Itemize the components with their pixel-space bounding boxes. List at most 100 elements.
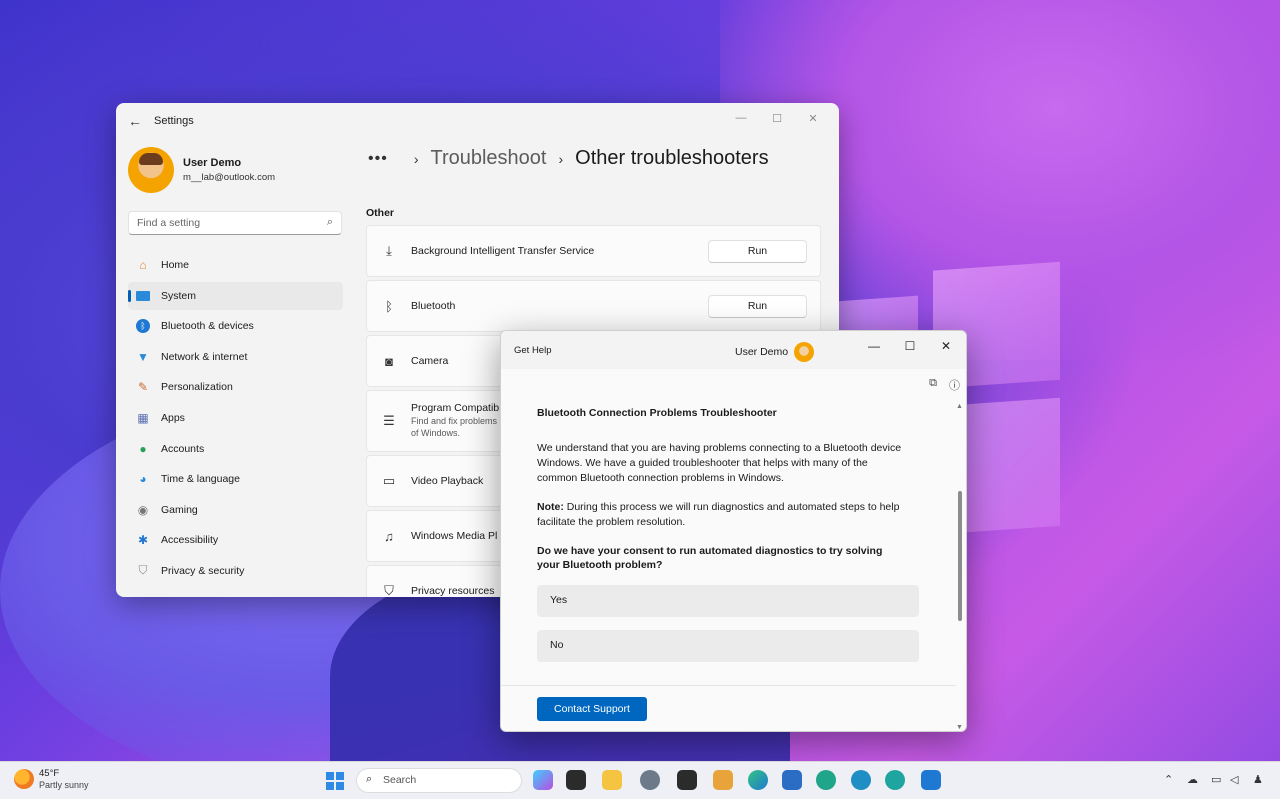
- terminal-icon[interactable]: [677, 770, 697, 790]
- weather-condition: Partly sunny: [39, 780, 89, 790]
- monitor-icon: [134, 287, 152, 305]
- minimize-button[interactable]: —: [723, 107, 759, 129]
- breadcrumb: ••• › Troubleshoot › Other troubleshoote…: [368, 147, 769, 170]
- get-help-footer: Contact Support: [501, 685, 956, 731]
- back-arrow-icon[interactable]: ←: [128, 113, 152, 129]
- settings-nav: ⌂ Home System ᛒ Bluetooth & devices ▼ Ne…: [128, 251, 343, 588]
- cloud-icon[interactable]: ☁: [1187, 773, 1198, 786]
- scrollbar-thumb[interactable]: [958, 491, 962, 621]
- chevron-right-icon: ›: [558, 150, 564, 167]
- run-bits-button[interactable]: Run: [708, 239, 807, 263]
- get-help-window-title: Get Help: [514, 344, 552, 356]
- sidebar-item-label: Privacy & security: [161, 564, 245, 577]
- sidebar-item-accessibility[interactable]: ✱ Accessibility: [128, 526, 343, 554]
- avatar: [794, 342, 815, 362]
- sidebar-item-label: Network & internet: [161, 350, 248, 363]
- consent-question: Do we have your consent to run automated…: [537, 544, 883, 572]
- edge-canary-icon[interactable]: [816, 770, 836, 790]
- scroll-down-icon[interactable]: ▼: [956, 724, 963, 731]
- edge-dev-icon[interactable]: [885, 770, 905, 790]
- sidebar-item-time-language[interactable]: ◕ Time & language: [128, 465, 343, 493]
- get-help-window: Get Help User Demo — ☐ ✕ ⧉ ⓘ Bluetooth C…: [500, 330, 967, 732]
- sidebar-item-apps[interactable]: ▦ Apps: [128, 404, 343, 432]
- troubleshooter-bluetooth: ᛒ Bluetooth Run: [366, 280, 821, 332]
- download-icon: ⤓: [386, 243, 392, 258]
- file-explorer-icon[interactable]: [602, 770, 622, 790]
- sidebar-item-system[interactable]: System: [128, 281, 343, 310]
- start-button[interactable]: [326, 772, 344, 790]
- sidebar-item-label: Personalization: [161, 381, 233, 394]
- shield-icon: ⛉: [384, 583, 394, 597]
- run-bluetooth-button[interactable]: Run: [708, 294, 807, 318]
- edge-beta-icon[interactable]: [851, 770, 871, 790]
- close-button[interactable]: ✕: [795, 107, 831, 129]
- get-help-user[interactable]: User Demo: [735, 342, 815, 362]
- sidebar-item-personalization[interactable]: ✎ Personalization: [128, 373, 343, 401]
- shield-icon: ⛉: [138, 563, 148, 578]
- bluetooth-icon: ᛒ: [385, 298, 393, 314]
- copilot-app-icon[interactable]: [533, 770, 553, 790]
- option-no-button[interactable]: No: [537, 630, 919, 663]
- camera-icon: ◙: [385, 353, 393, 369]
- sidebar-item-home[interactable]: ⌂ Home: [128, 251, 343, 279]
- task-view-icon[interactable]: [566, 770, 586, 790]
- edge-icon[interactable]: [748, 770, 768, 790]
- sidebar-item-label: Accessibility: [161, 534, 219, 547]
- maximize-button[interactable]: ☐: [759, 107, 795, 129]
- partly-sunny-icon: [14, 769, 34, 789]
- sidebar-item-privacy[interactable]: ⛉ Privacy & security: [128, 557, 343, 585]
- scrollbar[interactable]: ▲ ▼: [956, 403, 964, 731]
- media-icon: ♫: [384, 528, 394, 544]
- person-icon: ●: [139, 441, 147, 456]
- section-label-other: Other: [366, 207, 395, 219]
- bluetooth-icon: ᛒ: [134, 317, 152, 335]
- search-icon: ⌕: [326, 216, 333, 228]
- troubleshooter-title: Camera: [411, 355, 449, 367]
- sidebar-item-bluetooth[interactable]: ᛒ Bluetooth & devices: [128, 312, 343, 340]
- contact-support-button[interactable]: Contact Support: [537, 697, 647, 721]
- wifi-icon: ▼: [137, 349, 149, 364]
- sidebar-item-label: System: [161, 289, 197, 302]
- sidebar-item-label: Time & language: [161, 473, 240, 486]
- share-icon[interactable]: ⧉: [929, 377, 937, 393]
- maximize-button[interactable]: ☐: [892, 335, 928, 357]
- user-profile[interactable]: User Demo m__lab@outlook.com: [128, 147, 275, 193]
- store-icon[interactable]: [782, 770, 802, 790]
- troubleshooter-title: Bluetooth: [411, 300, 456, 312]
- sidebar-item-label: Bluetooth & devices: [161, 320, 254, 333]
- note-label: Note:: [537, 500, 564, 513]
- troubleshooter-title: Background Intelligent Transfer Service: [411, 245, 595, 257]
- note-paragraph: Note: During this process we will run di…: [537, 500, 907, 530]
- search-icon: ⌕: [366, 773, 373, 785]
- home-icon: ⌂: [139, 258, 147, 272]
- network-icon[interactable]: ▭: [1211, 773, 1221, 786]
- settings-app-icon[interactable]: [640, 770, 660, 790]
- troubleshooter-subtitle: Find and fix problems: [411, 416, 498, 427]
- breadcrumb-troubleshoot[interactable]: Troubleshoot: [430, 147, 546, 170]
- minimize-button[interactable]: —: [856, 335, 892, 357]
- volume-muted-icon[interactable]: ◁: [1230, 773, 1238, 786]
- close-button[interactable]: ✕: [928, 335, 964, 357]
- weather-widget[interactable]: 45°F Partly sunny: [14, 768, 89, 790]
- sidebar-item-label: Apps: [161, 411, 185, 424]
- notification-icon[interactable]: ♟: [1253, 773, 1263, 786]
- scroll-up-icon[interactable]: ▲: [956, 403, 963, 410]
- paint-icon[interactable]: [713, 770, 733, 790]
- info-icon[interactable]: ⓘ: [949, 377, 960, 393]
- settings-window-title: Settings: [154, 115, 194, 127]
- sidebar-item-network[interactable]: ▼ Network & internet: [128, 343, 343, 371]
- taskbar-search[interactable]: ⌕ Search: [356, 768, 522, 793]
- sidebar-item-label: Home: [161, 259, 190, 271]
- option-yes-button[interactable]: Yes: [537, 585, 919, 618]
- chevron-up-icon[interactable]: ⌃: [1164, 773, 1173, 786]
- sidebar-item-gaming[interactable]: ◉ Gaming: [128, 496, 343, 524]
- breadcrumb-more-icon[interactable]: •••: [368, 150, 388, 168]
- settings-search-input[interactable]: Find a setting ⌕: [128, 211, 342, 235]
- get-help-app-icon[interactable]: [921, 770, 941, 790]
- page-title: Other troubleshooters: [575, 147, 769, 169]
- accessibility-icon: ✱: [137, 533, 149, 548]
- sidebar-item-accounts[interactable]: ● Accounts: [128, 435, 343, 463]
- troubleshooter-subtitle: of Windows.: [411, 428, 461, 438]
- get-help-user-name: User Demo: [735, 346, 789, 358]
- get-help-content: Bluetooth Connection Problems Troublesho…: [537, 407, 919, 675]
